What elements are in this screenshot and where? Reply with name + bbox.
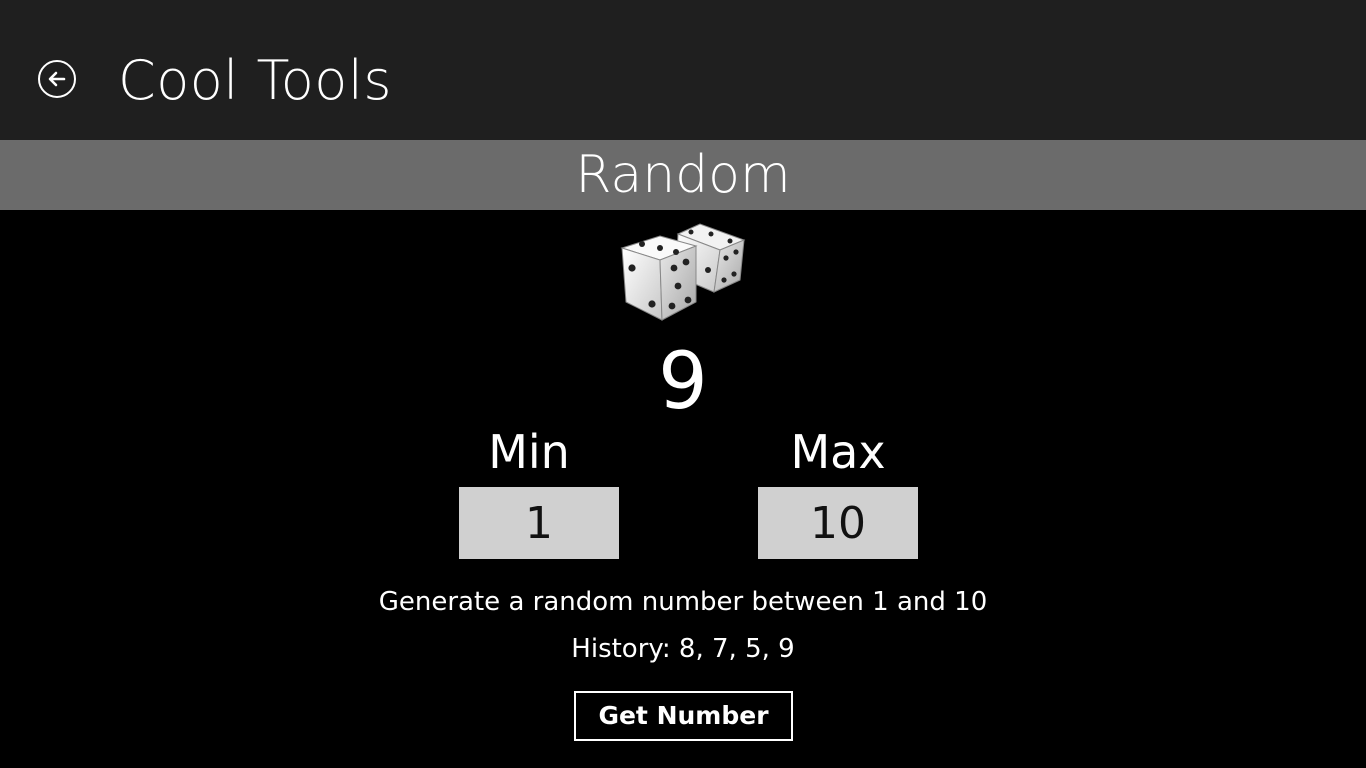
min-input[interactable] bbox=[459, 487, 619, 559]
back-arrow-icon bbox=[48, 71, 66, 87]
section-title: Random bbox=[575, 145, 791, 205]
min-label: Min bbox=[488, 425, 570, 479]
back-button[interactable] bbox=[38, 60, 76, 98]
get-number-button[interactable]: Get Number bbox=[574, 691, 793, 741]
random-result: 9 bbox=[658, 337, 708, 427]
dice-icon bbox=[620, 223, 746, 321]
max-input[interactable] bbox=[758, 487, 918, 559]
section-header: Random bbox=[0, 140, 1366, 210]
max-label: Max bbox=[790, 425, 886, 479]
history-text: History: 8, 7, 5, 9 bbox=[571, 634, 795, 664]
range-description: Generate a random number between 1 and 1… bbox=[378, 587, 988, 617]
app-header: Cool Tools bbox=[0, 0, 1366, 140]
app-title: Cool Tools bbox=[118, 49, 392, 112]
